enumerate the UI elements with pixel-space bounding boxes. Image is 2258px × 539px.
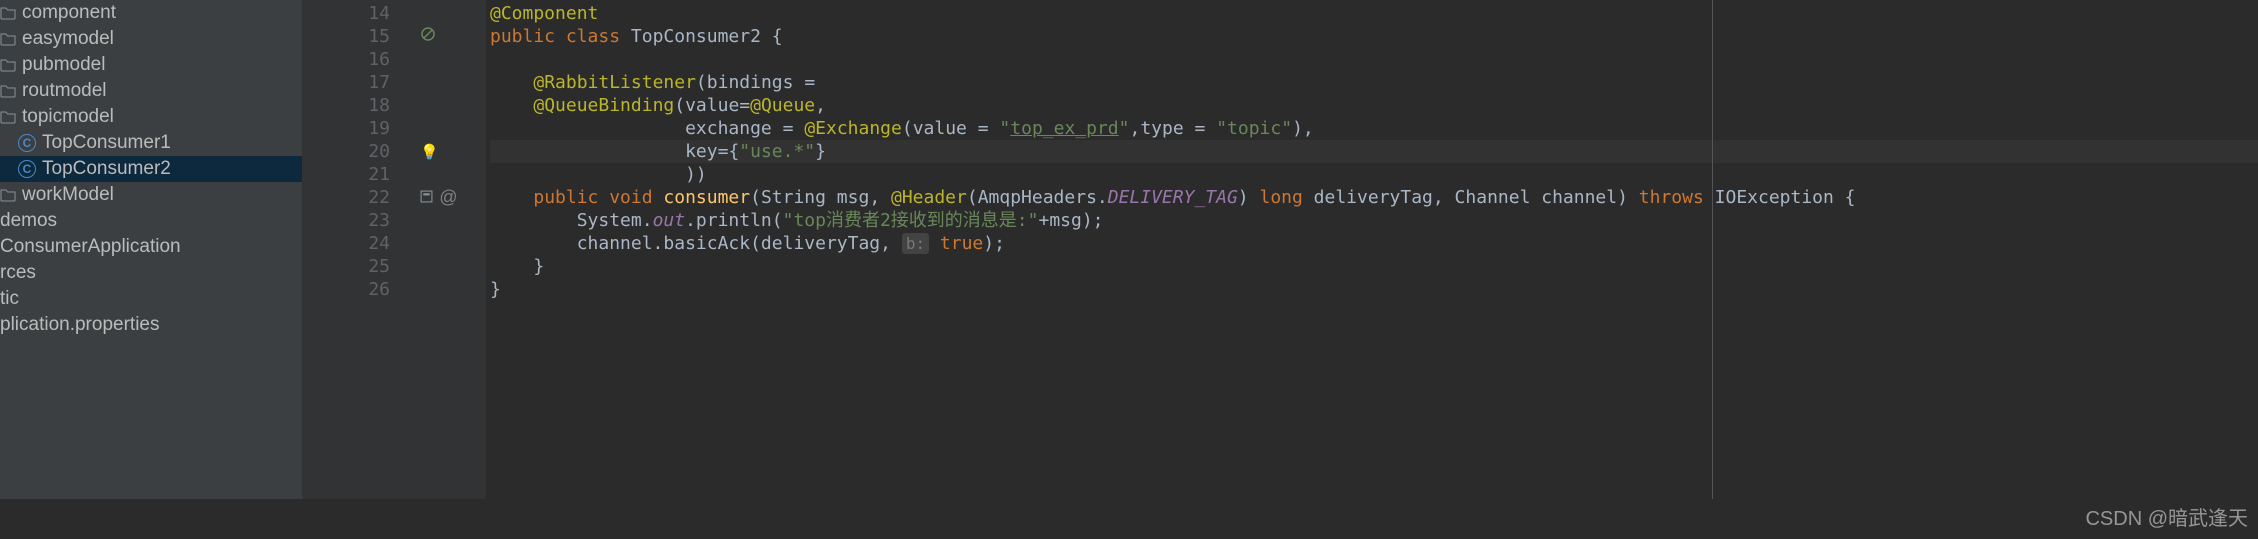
gutter-icon-row: 💡 xyxy=(412,140,486,163)
gutter-icon-row xyxy=(412,255,486,278)
param-hint: b: xyxy=(902,233,929,254)
code-line-14[interactable]: @Component xyxy=(490,2,2258,25)
tree-item-routmodel[interactable]: routmodel xyxy=(0,78,302,104)
margin-guide xyxy=(1712,0,1713,539)
code-line-16[interactable] xyxy=(490,48,2258,71)
gutter-icon-row xyxy=(412,2,486,25)
tree-item-label: component xyxy=(22,2,116,24)
line-number: 26 xyxy=(302,278,412,301)
tree-item-demos[interactable]: demos xyxy=(0,208,302,234)
line-number: 24 xyxy=(302,232,412,255)
tree-item-label: tic xyxy=(0,288,19,310)
code-area[interactable]: @Componentpublic class TopConsumer2 { @R… xyxy=(486,0,2258,539)
tree-item-label: easymodel xyxy=(22,28,114,50)
run-icon[interactable] xyxy=(420,187,433,208)
gutter-icon-row xyxy=(412,117,486,140)
code-line-15[interactable]: public class TopConsumer2 { xyxy=(490,25,2258,48)
tree-item-label: plication.properties xyxy=(0,314,159,336)
tree-item-plication.properties[interactable]: plication.properties xyxy=(0,312,302,338)
line-number-gutter: 14151617181920212223242526 xyxy=(302,0,412,539)
ide-window: component easymodel pubmodel routmodel topic… xyxy=(0,0,2258,539)
code-line-24[interactable]: channel.basicAck(deliveryTag, b: true); xyxy=(490,232,2258,255)
line-number: 21 xyxy=(302,163,412,186)
tree-item-label: TopConsumer1 xyxy=(42,132,171,154)
gutter-icon-row xyxy=(412,25,486,48)
folder-icon xyxy=(0,6,16,20)
tree-item-topicmodel[interactable]: topicmodel xyxy=(0,104,302,130)
folder-icon xyxy=(0,110,16,124)
folder-icon xyxy=(0,84,16,98)
code-line-23[interactable]: System.out.println("top消费者2接收到的消息是:"+msg… xyxy=(490,209,2258,232)
code-line-17[interactable]: @RabbitListener(bindings = xyxy=(490,71,2258,94)
line-number: 14 xyxy=(302,2,412,25)
gutter-icon-area: 💡@ xyxy=(412,0,486,539)
code-line-26[interactable]: } xyxy=(490,278,2258,301)
tree-item-label: pubmodel xyxy=(22,54,105,76)
line-number: 16 xyxy=(302,48,412,71)
folder-icon xyxy=(0,188,16,202)
code-line-21[interactable]: )) xyxy=(490,163,2258,186)
code-line-20[interactable]: key={"use.*"} xyxy=(490,140,2258,163)
no-entry-icon xyxy=(420,26,436,47)
gutter-icon-row xyxy=(412,163,486,186)
tree-item-label: topicmodel xyxy=(22,106,114,128)
watermark-text: CSDN @暗武逢天 xyxy=(2085,502,2248,531)
editor-area[interactable]: 14151617181920212223242526 💡@ @Component… xyxy=(302,0,2258,539)
line-number: 17 xyxy=(302,71,412,94)
gutter-icon-row xyxy=(412,71,486,94)
folder-icon xyxy=(0,32,16,46)
tree-item-pubmodel[interactable]: pubmodel xyxy=(0,52,302,78)
tree-item-rces[interactable]: rces xyxy=(0,260,302,286)
tree-item-easymodel[interactable]: easymodel xyxy=(0,26,302,52)
tree-item-topconsumer1[interactable]: C TopConsumer1 xyxy=(0,130,302,156)
gutter-icon-row xyxy=(412,94,486,117)
lightbulb-icon[interactable]: 💡 xyxy=(420,143,439,161)
folder-icon xyxy=(0,58,16,72)
gutter-icon-row xyxy=(412,209,486,232)
line-number: 22 xyxy=(302,186,412,209)
class-icon: C xyxy=(18,160,36,178)
footer-bar xyxy=(0,499,2258,539)
tree-item-label: workModel xyxy=(22,184,114,206)
tree-item-component[interactable]: component xyxy=(0,0,302,26)
line-number: 19 xyxy=(302,117,412,140)
line-number: 25 xyxy=(302,255,412,278)
line-number: 23 xyxy=(302,209,412,232)
tree-item-tic[interactable]: tic xyxy=(0,286,302,312)
line-number: 18 xyxy=(302,94,412,117)
tree-item-label: rces xyxy=(0,262,36,284)
code-line-25[interactable]: } xyxy=(490,255,2258,278)
gutter-icon-row xyxy=(412,48,486,71)
tree-item-workmodel[interactable]: workModel xyxy=(0,182,302,208)
gutter-icon-row xyxy=(412,232,486,255)
line-number: 15 xyxy=(302,25,412,48)
code-line-22[interactable]: public void consumer(String msg, @Header… xyxy=(490,186,2258,209)
gutter-icon-row xyxy=(412,278,486,301)
gutter-icon-row: @ xyxy=(412,186,486,209)
project-sidebar[interactable]: component easymodel pubmodel routmodel topic… xyxy=(0,0,302,539)
code-line-18[interactable]: @QueueBinding(value=@Queue, xyxy=(490,94,2258,117)
tree-item-label: routmodel xyxy=(22,80,107,102)
tree-item-label: demos xyxy=(0,210,57,232)
tree-item-consumerapplication[interactable]: ConsumerApplication xyxy=(0,234,302,260)
code-line-19[interactable]: exchange = @Exchange(value = "top_ex_prd… xyxy=(490,117,2258,140)
tree-item-label: ConsumerApplication xyxy=(0,236,181,258)
tree-item-topconsumer2[interactable]: C TopConsumer2 xyxy=(0,156,302,182)
line-number: 20 xyxy=(302,140,412,163)
tree-item-label: TopConsumer2 xyxy=(42,158,171,180)
class-icon: C xyxy=(18,134,36,152)
annotation-icon: @ xyxy=(439,187,457,208)
